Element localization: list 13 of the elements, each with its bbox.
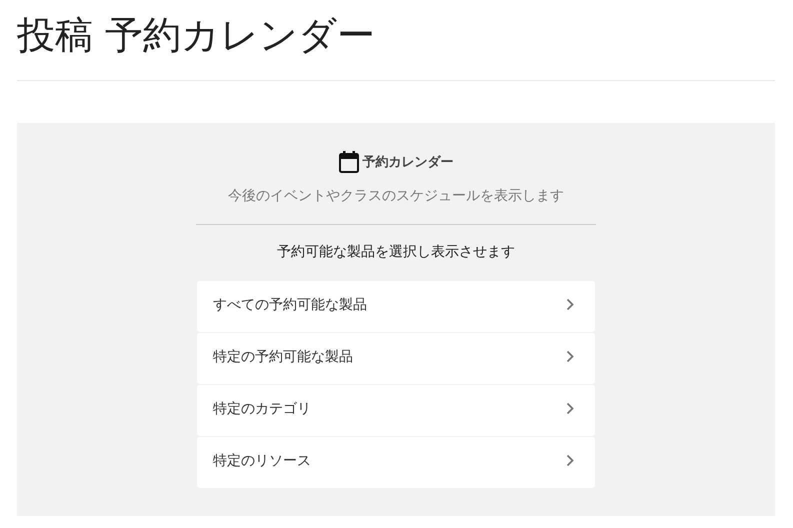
option-item[interactable]: 特定のリソース <box>197 437 595 488</box>
instruction-text: 予約可能な製品を選択し表示させます <box>277 243 515 261</box>
block-heading: 予約カレンダー <box>362 154 454 171</box>
chevron-right-icon <box>566 454 574 467</box>
chevron-right-icon <box>566 402 574 415</box>
option-item[interactable]: 特定の予約可能な製品 <box>197 333 595 384</box>
chevron-right-icon <box>566 298 574 311</box>
block-description: 今後のイベントやクラスのスケジュールを表示します <box>228 187 564 205</box>
option-item[interactable]: 特定のカテゴリ <box>197 385 595 436</box>
chevron-right-icon <box>566 350 574 363</box>
page-title: 投稿 予約カレンダー <box>17 12 376 59</box>
calendar-icon <box>338 151 358 173</box>
option-item[interactable]: すべての予約可能な製品 <box>197 281 595 332</box>
